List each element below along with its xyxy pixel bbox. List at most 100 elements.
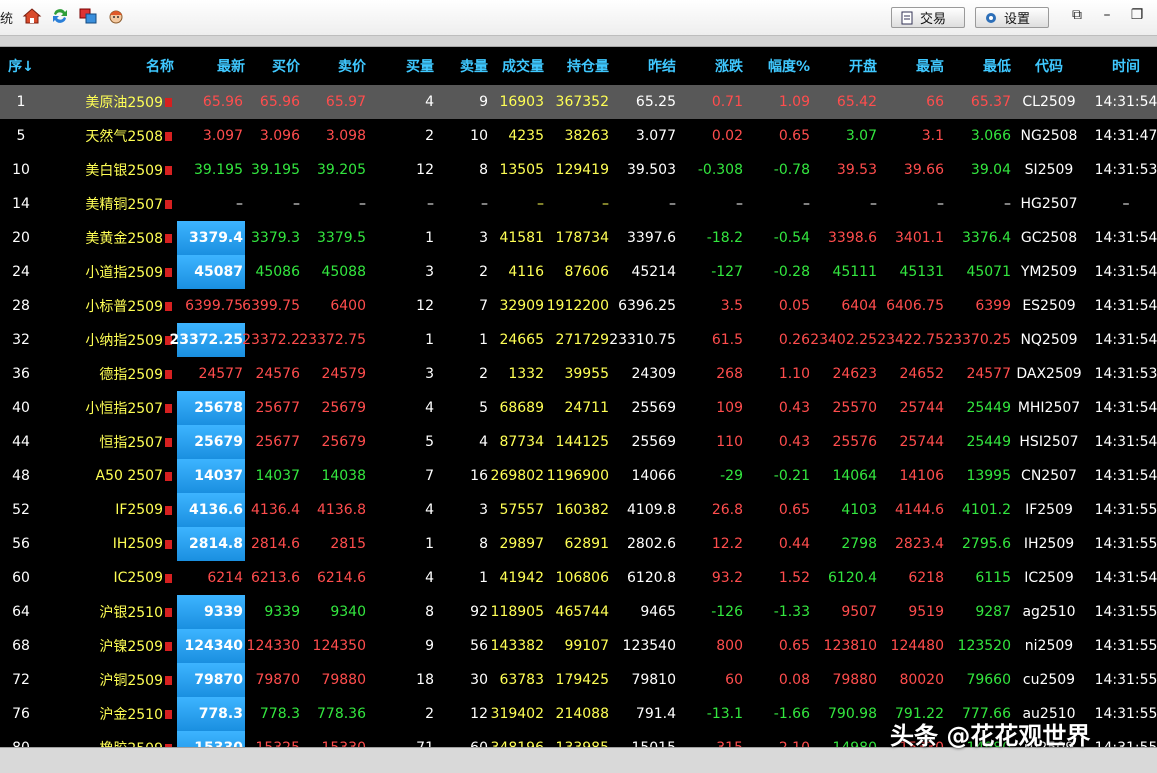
cell-high-text: 6218 <box>908 570 944 586</box>
home-icon[interactable] <box>22 6 42 26</box>
cell-bid-text: 79870 <box>255 672 300 688</box>
cell-code-text: YM2509 <box>1020 264 1078 280</box>
column-header-bidv[interactable]: 买量 <box>380 47 434 85</box>
cell-askv-text: 1 <box>479 570 488 586</box>
cell-last: 3379.4 <box>177 221 245 255</box>
table-row[interactable]: 10 美白银2509 39.195 39.195 39.205 12 8 13505 12941… <box>0 153 1157 187</box>
table-row[interactable]: 56 IH2509 2814.8 2814.6 2815 1 8 29897 62891 2802… <box>0 527 1157 561</box>
table-row[interactable]: 14 美精铜2507– – – – – – – – – – – – – HG2507– <box>0 187 1157 221</box>
flag-marker-icon <box>165 505 172 515</box>
table-row[interactable]: 68 沪镍2509 124340 124330 124350 9 56 143382 99107… <box>0 629 1157 663</box>
table-row[interactable]: 52 IF2509 4136.6 4136.4 4136.8 4 3 57557 160382 4… <box>0 493 1157 527</box>
cell-bidv-text: 1 <box>425 536 434 552</box>
table-row[interactable]: 24 小道指2509 45087 45086 45088 3 2 4116 87606 45214… <box>0 255 1157 289</box>
cell-time: 14:31:55 <box>1095 527 1157 561</box>
cell-bidv: – <box>380 187 434 221</box>
cell-pct-text: 0.65 <box>778 638 810 654</box>
column-header-seq[interactable]: 序↓ <box>0 47 42 85</box>
table-row[interactable]: 40 小恒指2507 25678 25677 25679 4 5 68689 24711 2556… <box>0 391 1157 425</box>
flag-marker-icon <box>165 403 172 413</box>
cell-pct-text: 0.08 <box>778 672 810 688</box>
column-header-vol[interactable]: 成交量 <box>492 47 544 85</box>
cell-name: 美原油2509 <box>50 85 174 119</box>
cell-pct-text: 1.09 <box>778 94 810 110</box>
column-header-low[interactable]: 最低 <box>947 47 1011 85</box>
column-header-last[interactable]: 最新 <box>177 47 245 85</box>
cell-seq: 72 <box>0 663 42 697</box>
table-row[interactable]: 48 A50 2507 14037 14037 14038 7 16 269802 119690… <box>0 459 1157 493</box>
table-row[interactable]: 32 小纳指2509 23372.25 23372.2 23372.75 1 1 24665 2… <box>0 323 1157 357</box>
trade-button[interactable]: 交易 <box>891 7 965 28</box>
cell-time-text: 14:31:54 <box>1094 400 1157 416</box>
column-header-askv[interactable]: 卖量 <box>440 47 488 85</box>
refresh-icon[interactable] <box>50 6 70 26</box>
cell-open: 3.07 <box>814 119 877 153</box>
popout-icon[interactable]: ⧉ <box>1068 6 1086 24</box>
cell-oi-text: 144125 <box>555 434 609 450</box>
cell-seq-text: 52 <box>12 502 30 518</box>
cell-vol: 87734 <box>492 425 544 459</box>
column-header-prev[interactable]: 昨结 <box>612 47 676 85</box>
column-header-chg[interactable]: 涨跌 <box>680 47 743 85</box>
settings-button[interactable]: 设置 <box>975 7 1049 28</box>
cell-chg: 109 <box>680 391 743 425</box>
cell-last: 14037 <box>177 459 245 493</box>
cell-oi-text: 179425 <box>555 672 609 688</box>
cell-prev-text: 23310.75 <box>609 332 676 348</box>
table-row[interactable]: 72 沪铜2509 79870 79870 79880 18 30 63783 179425 79… <box>0 663 1157 697</box>
windows-icon[interactable] <box>78 6 98 26</box>
column-header-open[interactable]: 开盘 <box>814 47 877 85</box>
restore-icon[interactable]: ❐ <box>1128 6 1146 24</box>
table-row[interactable]: 20 美黄金2508 3379.4 3379.3 3379.5 1 3 41581 178734… <box>0 221 1157 255</box>
table-row[interactable]: 1 美原油2509 65.96 65.96 65.97 4 9 16903 367352 65.2… <box>0 85 1157 119</box>
column-header-code[interactable]: 代码 <box>1017 47 1081 85</box>
cell-bidv-text: 4 <box>425 94 434 110</box>
cell-seq: 5 <box>0 119 42 153</box>
column-header-name[interactable]: 名称 <box>50 47 174 85</box>
cell-time-text: 14:31:55 <box>1094 706 1157 722</box>
table-row[interactable]: 64 沪银2510 9339 9339 9340 8 92 118905 465744 9465 -… <box>0 595 1157 629</box>
cell-bid-text: – <box>293 196 300 212</box>
cell-name: 小标普2509 <box>50 289 174 323</box>
cell-open: 6404 <box>814 289 877 323</box>
cell-seq: 10 <box>0 153 42 187</box>
table-row[interactable]: 44 恒指2507 25679 25677 25679 5 4 87734 144125 2556… <box>0 425 1157 459</box>
cell-low: 39.04 <box>947 153 1011 187</box>
cell-bidv: 5 <box>380 425 434 459</box>
avatar-icon[interactable] <box>106 6 126 26</box>
column-header-bid[interactable]: 买价 <box>248 47 300 85</box>
cell-bidv: 7 <box>380 459 434 493</box>
column-header-ask[interactable]: 卖价 <box>303 47 366 85</box>
column-header-oi[interactable]: 持仓量 <box>548 47 609 85</box>
cell-bid-text: 15325 <box>255 740 300 747</box>
cell-chg: -13.1 <box>680 697 743 731</box>
cell-pct-text: 2.10 <box>779 740 810 747</box>
cell-time: 14:31:55 <box>1095 595 1157 629</box>
cell-seq-text: 48 <box>12 468 30 484</box>
table-row[interactable]: 36 德指2509 24577 24576 24579 3 2 1332 39955 24309 2… <box>0 357 1157 391</box>
cell-vol: 118905 <box>491 595 544 629</box>
cell-bidv: 12 <box>380 289 434 323</box>
flag-marker-icon <box>165 539 172 549</box>
table-row[interactable]: 60 IC2509 6214 6213.6 6214.6 4 1 41942 106806 612… <box>0 561 1157 595</box>
toolbar: 统 交易 设置 ⧉ – ❐ <box>0 0 1157 36</box>
table-row[interactable]: 5 天然气2508 3.097 3.096 3.098 2 10 4235 38263 3.077… <box>0 119 1157 153</box>
cell-vol: 4116 <box>492 255 544 289</box>
cell-open-text: 39.53 <box>836 162 877 178</box>
cell-bidv-text: 12 <box>416 162 434 178</box>
cell-time-text: 14:31:54 <box>1094 332 1157 348</box>
cell-prev: 14066 <box>612 459 676 493</box>
cell-chg: -126 <box>680 595 743 629</box>
table-row[interactable]: 28 小标普2509 6399.75 6399.75 6400 12 7 32909 19122… <box>0 289 1157 323</box>
column-header-pct[interactable]: 幅度% <box>748 47 810 85</box>
column-header-high[interactable]: 最高 <box>880 47 944 85</box>
flag-marker-icon <box>165 267 172 277</box>
cell-high: 80020 <box>880 663 944 697</box>
cell-last: 45087 <box>177 255 245 289</box>
cell-ask-text: 6214.6 <box>317 570 366 586</box>
minimize-icon[interactable]: – <box>1098 6 1116 24</box>
cell-bidv-text: 4 <box>425 400 434 416</box>
cell-pct: -1.33 <box>748 595 810 629</box>
cell-last-text: 124340 <box>184 638 243 654</box>
column-header-time[interactable]: 时间 <box>1095 47 1157 85</box>
